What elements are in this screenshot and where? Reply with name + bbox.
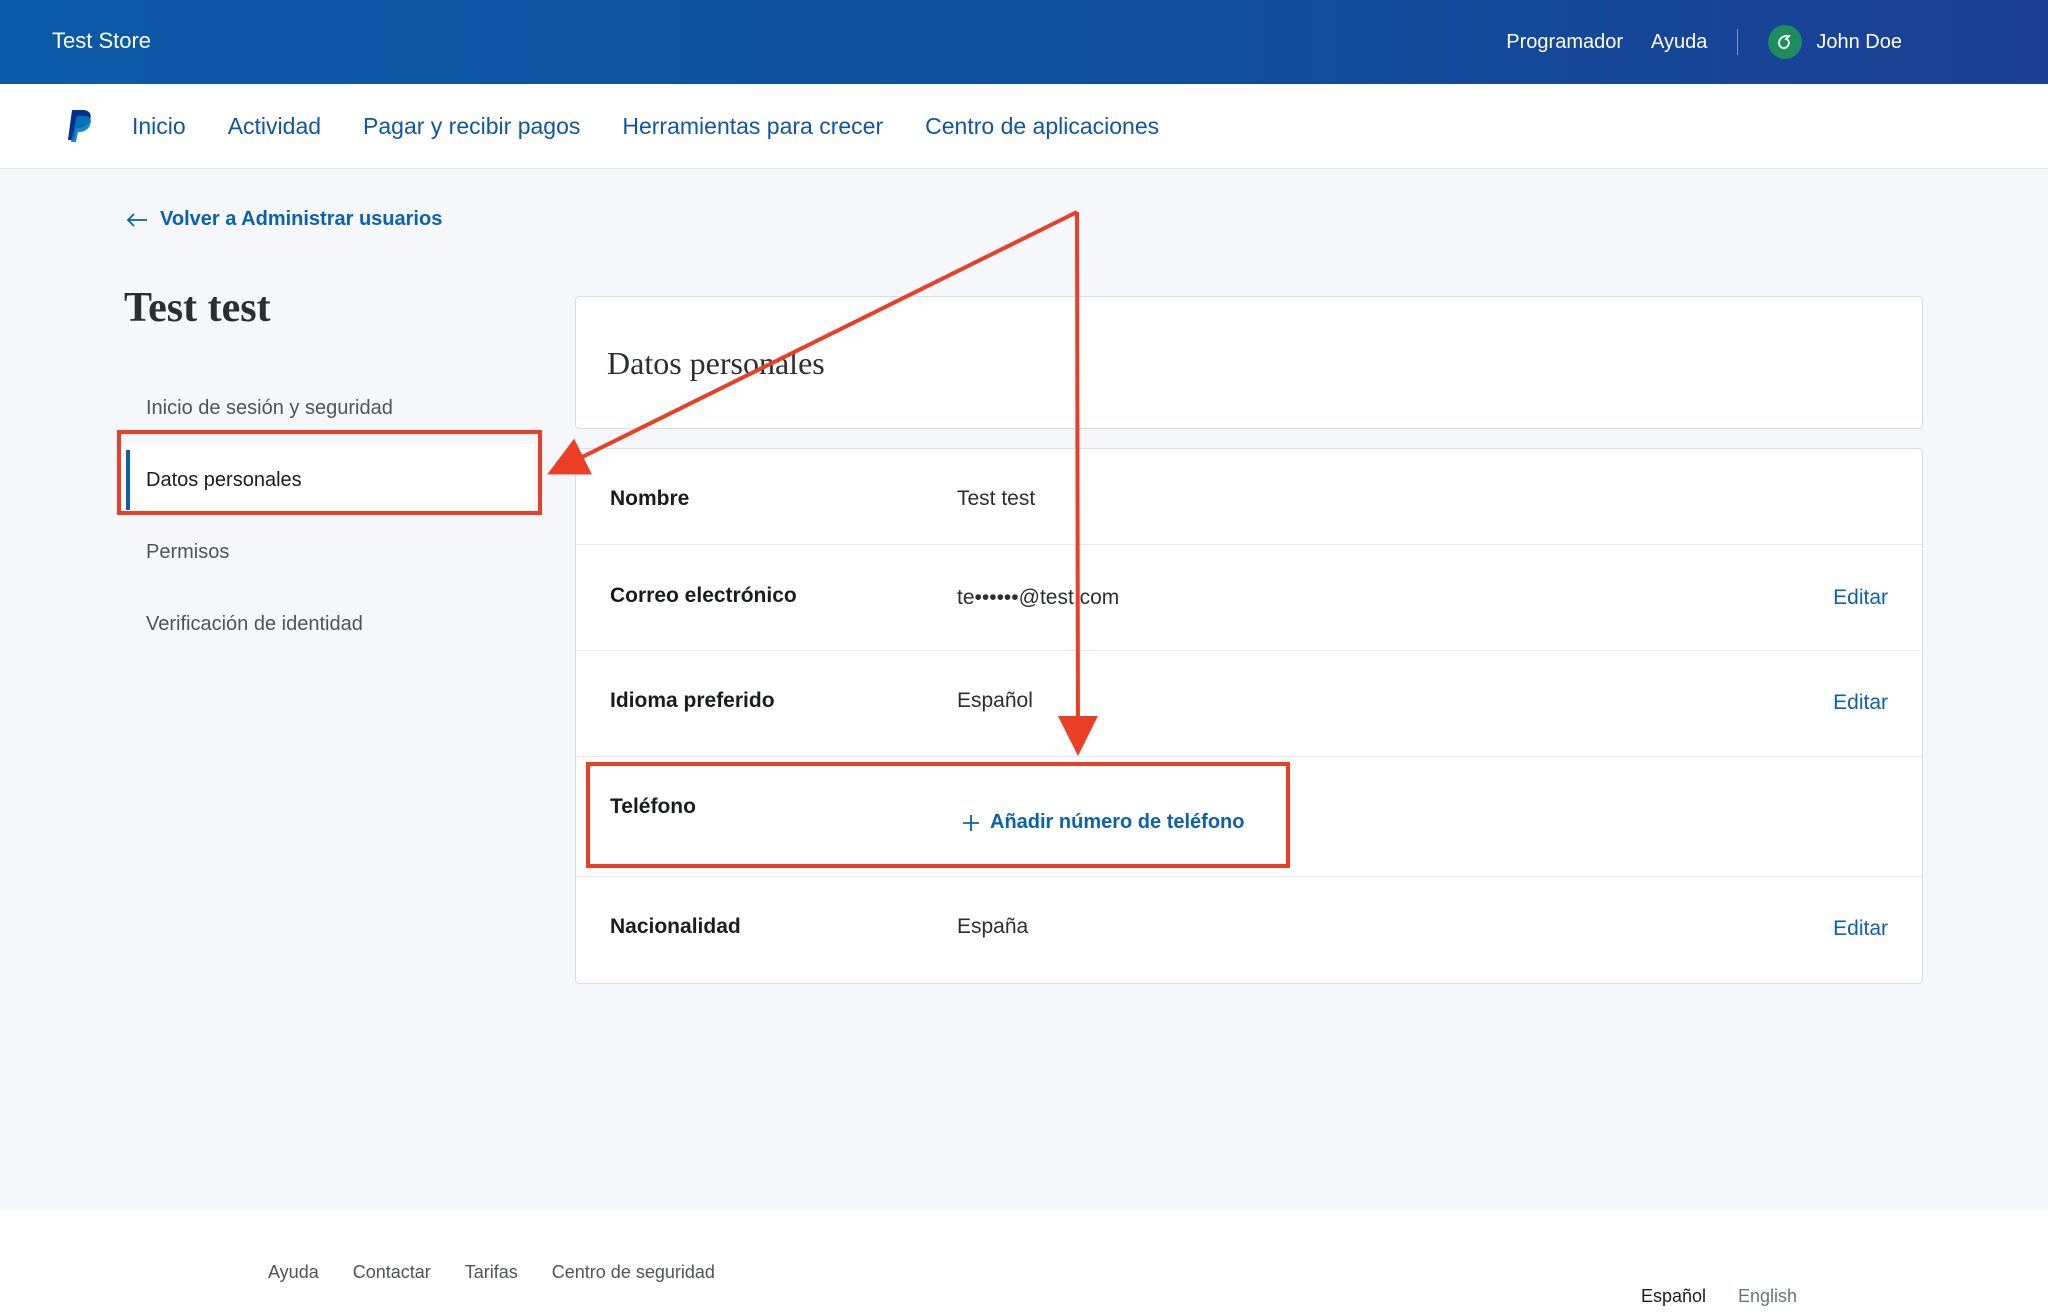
detail-label: Correo electrónico	[610, 584, 797, 607]
back-link[interactable]: Volver a Administrar usuarios	[126, 208, 442, 231]
detail-value: Test test	[957, 487, 1036, 510]
detail-label: Idioma preferido	[610, 689, 775, 712]
edit-language-button[interactable]: Editar	[1833, 691, 1888, 715]
language-espanol[interactable]: Español	[1641, 1286, 1706, 1307]
language-english[interactable]: English	[1738, 1286, 1797, 1307]
nav-centro-aplicaciones[interactable]: Centro de aplicaciones	[925, 113, 1159, 140]
detail-value: España	[957, 915, 1029, 938]
user-menu[interactable]: John Doe	[1768, 25, 1902, 59]
footer-link-contactar[interactable]: Contactar	[353, 1262, 431, 1283]
top-right-menu: Programador Ayuda John Doe	[1478, 0, 1902, 84]
section-header-card: Datos personales	[575, 296, 1923, 429]
detail-label: Nacionalidad	[610, 915, 741, 938]
personal-details-card: Nombre Test test Correo electrónico te••…	[575, 448, 1923, 984]
sidebar-item-identity-verification[interactable]: Verificación de identidad	[124, 588, 534, 660]
main-nav: Inicio Actividad Pagar y recibir pagos H…	[0, 84, 2048, 169]
top-bar: Test Store Programador Ayuda John Doe	[0, 0, 2048, 84]
footer-link-ayuda[interactable]: Ayuda	[268, 1262, 319, 1283]
footer-link-centro-seguridad[interactable]: Centro de seguridad	[552, 1262, 715, 1283]
section-title: Datos personales	[607, 345, 825, 381]
detail-row-nacionalidad: Nacionalidad España Editar	[576, 877, 1922, 985]
sidebar: Inicio de sesión y seguridad Datos perso…	[124, 372, 534, 660]
paypal-logo-icon[interactable]	[66, 108, 94, 144]
detail-row-nombre: Nombre Test test	[576, 449, 1922, 545]
detail-row-correo: Correo electrónico te••••••@test.com Edi…	[576, 545, 1922, 651]
help-link[interactable]: Ayuda	[1651, 31, 1707, 54]
top-divider	[1737, 29, 1739, 55]
sidebar-item-label: Verificación de identidad	[146, 612, 363, 635]
arrow-left-icon	[126, 212, 147, 227]
detail-value: te••••••@test.com	[957, 586, 1120, 609]
nav-herramientas[interactable]: Herramientas para crecer	[622, 113, 883, 140]
user-name: John Doe	[1816, 30, 1902, 53]
footer: Ayuda Contactar Tarifas Centro de seguri…	[0, 1210, 2048, 1315]
footer-link-tarifas[interactable]: Tarifas	[465, 1262, 518, 1283]
edit-email-button[interactable]: Editar	[1833, 586, 1888, 610]
detail-value: Español	[957, 689, 1033, 712]
developer-link[interactable]: Programador	[1506, 31, 1623, 54]
detail-label: Nombre	[610, 487, 690, 510]
footer-links: Ayuda Contactar Tarifas Centro de seguri…	[268, 1262, 749, 1283]
nav-actividad[interactable]: Actividad	[228, 113, 321, 140]
sidebar-item-label: Inicio de sesión y seguridad	[146, 396, 393, 419]
page-title: Test test	[124, 285, 271, 331]
store-name[interactable]: Test Store	[52, 28, 151, 54]
annotation-box-sidebar	[117, 430, 542, 515]
user-avatar-icon	[1768, 25, 1803, 59]
sidebar-item-label: Permisos	[146, 540, 230, 563]
sidebar-item-permissions[interactable]: Permisos	[124, 516, 534, 588]
nav-inicio[interactable]: Inicio	[132, 113, 186, 140]
annotation-box-phone	[586, 762, 1290, 868]
nav-pagar-recibir[interactable]: Pagar y recibir pagos	[363, 113, 580, 140]
edit-nationality-button[interactable]: Editar	[1833, 917, 1888, 941]
back-link-label: Volver a Administrar usuarios	[160, 208, 443, 230]
detail-row-idioma: Idioma preferido Español Editar	[576, 651, 1922, 757]
